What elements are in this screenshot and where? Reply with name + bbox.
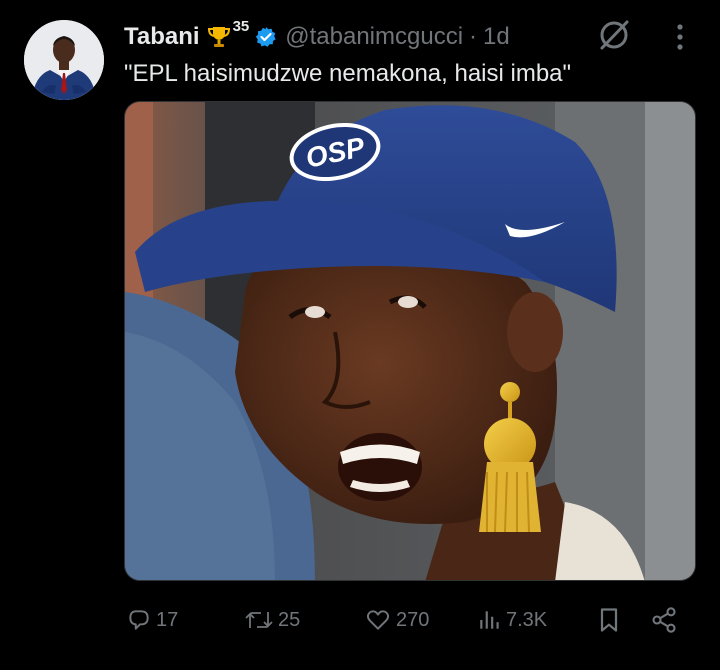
tweet: Tabani 35 @tabanimcgucci · 1d "EPL haisi… (0, 0, 720, 670)
user-handle[interactable]: @tabanimcgucci (285, 23, 463, 51)
trophy-count: 35 (232, 18, 250, 35)
bookmark-button[interactable] (597, 600, 621, 640)
separator-dot: · (469, 23, 478, 50)
tweet-header: Tabani 35 @tabanimcgucci · 1d (124, 18, 510, 54)
repost-button[interactable]: 25 (244, 600, 300, 640)
avatar[interactable] (24, 20, 104, 100)
views-button[interactable]: 7.3K (478, 600, 547, 640)
reply-button[interactable]: 17 (126, 600, 178, 640)
like-count: 270 (396, 608, 430, 631)
repost-count: 25 (278, 608, 301, 631)
timestamp[interactable]: 1d (483, 23, 510, 51)
reply-icon (129, 610, 149, 630)
more-button[interactable] (670, 22, 690, 57)
media-image: OSP (125, 102, 695, 580)
verified-badge[interactable] (255, 26, 277, 48)
trophy-icon (207, 27, 230, 47)
more-icon (677, 24, 683, 50)
like-button[interactable]: 270 (364, 600, 429, 640)
share-icon (652, 607, 676, 633)
share-button[interactable] (650, 600, 678, 640)
views-icon (480, 611, 499, 629)
repost-icon (245, 612, 273, 628)
display-name[interactable]: Tabani (124, 23, 200, 51)
tweet-text: "EPL haisimudzwe nemakona, haisi imba" (124, 60, 572, 87)
trophy-badge[interactable]: 35 (206, 18, 249, 50)
action-bar: 17 25 270 7.3K (0, 600, 720, 640)
grok-icon (600, 20, 629, 50)
heart-icon (366, 610, 390, 630)
tweet-media[interactable]: OSP (124, 101, 696, 581)
reply-count: 17 (156, 608, 179, 631)
avatar-image (24, 20, 104, 100)
grok-button[interactable] (597, 18, 631, 57)
verified-badge-icon (256, 27, 276, 47)
views-count: 7.3K (506, 608, 548, 631)
bookmark-icon (600, 608, 618, 632)
